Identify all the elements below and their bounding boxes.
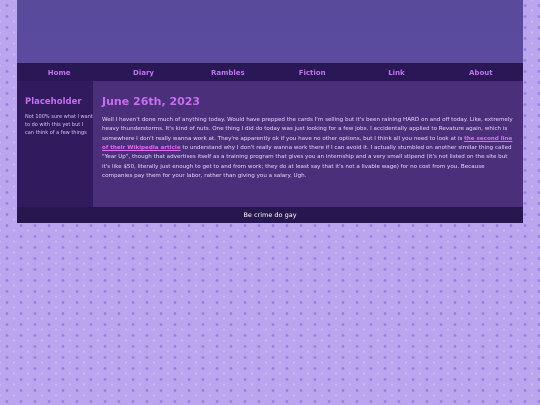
- sidebar-text: Not 100% sure what I want to do with thi…: [25, 114, 93, 136]
- sidebar: Placeholder Not 100% sure what I want to…: [17, 81, 93, 207]
- main-nav: Home Diary Rambles Fiction Link About: [17, 64, 523, 81]
- diary-entry: June 26th, 2023 Well I haven't done much…: [93, 81, 523, 207]
- entry-date: June 26th, 2023: [102, 95, 201, 108]
- page-container: Home Diary Rambles Fiction Link About Pl…: [17, 0, 523, 223]
- footer: Be crime do gay: [17, 207, 523, 223]
- nav-link-link[interactable]: Link: [354, 69, 438, 77]
- entry-body: Well I haven't done much of anything tod…: [102, 116, 515, 181]
- nav-link-rambles[interactable]: Rambles: [186, 69, 270, 77]
- sidebar-title: Placeholder: [25, 97, 82, 107]
- content-area: Placeholder Not 100% sure what I want to…: [17, 81, 523, 207]
- entry-text-before: Well I haven't done much of anything tod…: [102, 117, 513, 142]
- nav-link-fiction[interactable]: Fiction: [270, 69, 354, 77]
- header-banner: [17, 0, 523, 64]
- nav-link-home[interactable]: Home: [17, 69, 101, 77]
- nav-link-diary[interactable]: Diary: [101, 69, 185, 77]
- nav-link-about[interactable]: About: [439, 69, 523, 77]
